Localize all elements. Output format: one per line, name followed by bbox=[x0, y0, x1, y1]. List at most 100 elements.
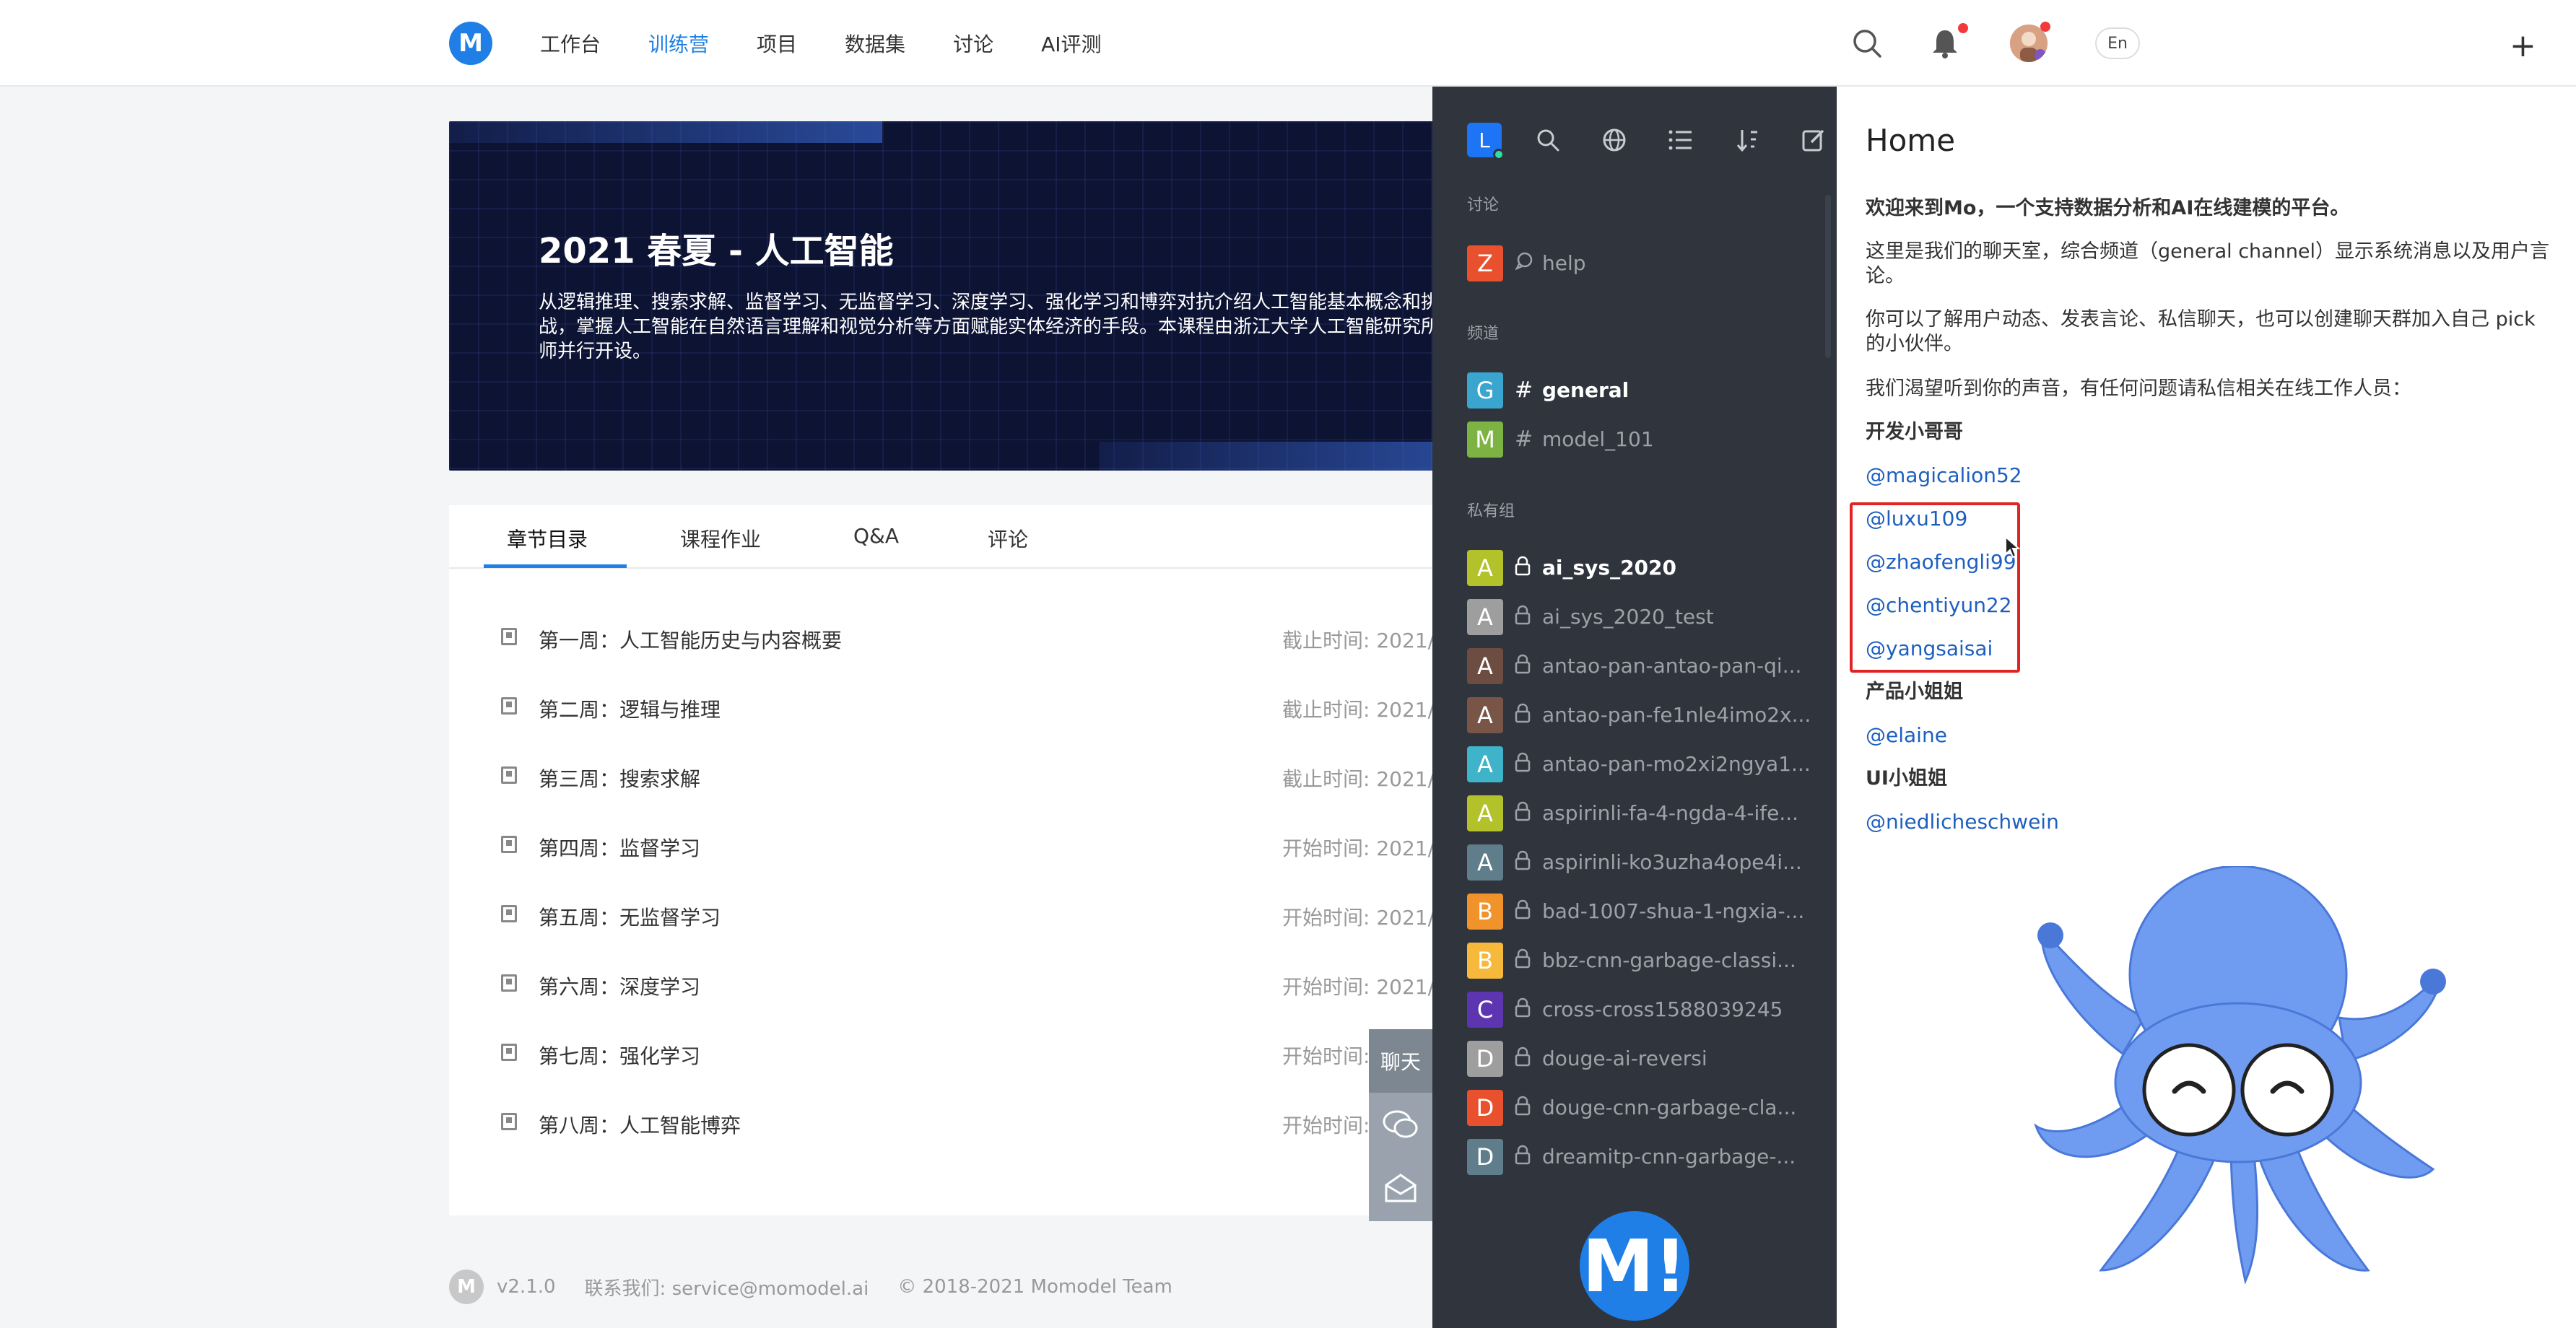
lock-icon bbox=[1515, 948, 1536, 973]
bookmark-icon bbox=[501, 974, 517, 992]
plus-icon[interactable]: + bbox=[2510, 30, 2536, 62]
chapter-row[interactable]: 第二周：逻辑与推理 截止时间: 2021/ bbox=[484, 693, 1451, 722]
section-discussion: 讨论 bbox=[1467, 196, 1500, 214]
room-name: help bbox=[1542, 251, 1586, 275]
chapter-time: 截止时间: 2021/ bbox=[1282, 698, 1435, 722]
nav-item-discussion[interactable]: 讨论 bbox=[953, 29, 993, 58]
nav-item-projects[interactable]: 项目 bbox=[757, 29, 797, 58]
edit-icon[interactable] bbox=[1798, 124, 1829, 156]
footer: M v2.1.0 联系我们: service@momodel.ai © 2018… bbox=[449, 1269, 1172, 1305]
search-icon[interactable] bbox=[1845, 22, 1889, 65]
tab-comments[interactable]: 评论 bbox=[988, 524, 1028, 553]
chapter-row[interactable]: 第七周：强化学习 开始时间: bbox=[484, 1039, 1451, 1068]
nav-menu: 工作台 训练营 项目 数据集 讨论 AI评测 bbox=[540, 0, 1149, 87]
sort-icon[interactable] bbox=[1731, 124, 1763, 156]
tab-qa[interactable]: Q&A bbox=[853, 524, 899, 548]
chapter-row[interactable]: 第五周：无监督学习 开始时间: 2021/ bbox=[484, 901, 1451, 930]
bell-icon[interactable] bbox=[1923, 22, 1968, 65]
room-item[interactable]: Aantao-pan-antao-pan-qi... bbox=[1467, 648, 1828, 687]
chapter-row[interactable]: 第八周：人工智能博弈 开始时间: bbox=[484, 1109, 1451, 1137]
mail-icon[interactable] bbox=[1369, 1156, 1432, 1220]
notification-dot bbox=[1958, 23, 1968, 33]
room-name: aspirinli-fa-4-ngda-4-ife... bbox=[1542, 801, 1799, 825]
version-text: v2.1.0 bbox=[497, 1276, 556, 1298]
room-avatar: M bbox=[1467, 421, 1503, 458]
room-item[interactable]: Aai_sys_2020_test bbox=[1467, 599, 1828, 638]
room-item[interactable]: Ddreamitp-cnn-garbage-... bbox=[1467, 1139, 1828, 1178]
chapter-row[interactable]: 第一周：人工智能历史与内容概要 截止时间: 2021/ bbox=[484, 624, 1451, 652]
room-avatar: A bbox=[1467, 795, 1503, 831]
room-name: ai_sys_2020_test bbox=[1542, 605, 1714, 629]
nav-item-datasets[interactable]: 数据集 bbox=[845, 29, 905, 58]
room-name: general bbox=[1542, 378, 1629, 402]
dev-heading: 开发小哥哥 bbox=[1866, 421, 1963, 443]
nav-item-ai-evaluation[interactable]: AI评测 bbox=[1041, 29, 1101, 58]
room-item[interactable]: Bbad-1007-shua-1-ngxia-... bbox=[1467, 894, 1828, 932]
chapter-row[interactable]: 第三周：搜索求解 截止时间: 2021/ bbox=[484, 762, 1451, 791]
nav-item-workbench[interactable]: 工作台 bbox=[540, 29, 601, 58]
globe-icon[interactable] bbox=[1598, 124, 1630, 156]
welcome-text: 欢迎来到Mo，一个支持数据分析和AI在线建模的平台。 bbox=[1866, 197, 2350, 219]
chapter-title: 第八周：人工智能博弈 bbox=[539, 1114, 741, 1137]
room-item[interactable]: Aaspirinli-fa-4-ngda-4-ife... bbox=[1467, 795, 1828, 834]
tab-assignments[interactable]: 课程作业 bbox=[680, 524, 761, 553]
room-item-help[interactable]: Z help bbox=[1467, 245, 1828, 284]
highlight-box bbox=[1850, 502, 2020, 673]
room-name: dreamitp-cnn-garbage-... bbox=[1542, 1145, 1796, 1168]
room-item-general[interactable]: G # general bbox=[1467, 372, 1828, 411]
room-name: aspirinli-ko3uzha4ope4i... bbox=[1542, 850, 1802, 874]
room-item[interactable]: Ddouge-ai-reversi bbox=[1467, 1041, 1828, 1080]
room-avatar: A bbox=[1467, 746, 1503, 782]
section-private-groups: 私有组 bbox=[1467, 502, 1515, 520]
tab-chapters[interactable]: 章节目录 bbox=[507, 524, 588, 553]
chapter-row[interactable]: 第六周：深度学习 开始时间: 2021/ bbox=[484, 970, 1451, 999]
room-avatar: A bbox=[1467, 844, 1503, 881]
user-link[interactable]: @niedlicheschwein bbox=[1866, 810, 2059, 834]
contact-text[interactable]: 联系我们: service@momodel.ai bbox=[585, 1274, 869, 1301]
room-item[interactable]: Ddouge-cnn-garbage-cla... bbox=[1467, 1090, 1828, 1129]
banner-glow-top bbox=[449, 121, 882, 143]
chapter-time: 开始时间: 2021/ bbox=[1282, 906, 1435, 930]
room-avatar: C bbox=[1467, 992, 1503, 1028]
bookmark-icon bbox=[501, 628, 517, 645]
room-name: douge-cnn-garbage-cla... bbox=[1542, 1096, 1797, 1119]
room-name: douge-ai-reversi bbox=[1542, 1047, 1707, 1070]
room-item[interactable]: Aai_sys_2020 bbox=[1467, 550, 1828, 589]
momodel-logo[interactable]: M bbox=[449, 22, 492, 65]
bookmark-icon bbox=[501, 1113, 517, 1130]
room-item[interactable]: Ccross-cross1588039245 bbox=[1467, 992, 1828, 1031]
room-avatar: B bbox=[1467, 894, 1503, 930]
chapter-row[interactable]: 第四周：监督学习 开始时间: 2021/ bbox=[484, 831, 1451, 860]
ui-heading: UI小姐姐 bbox=[1866, 767, 1947, 790]
room-item[interactable]: Aantao-pan-fe1nle4imo2x... bbox=[1467, 697, 1828, 736]
lock-icon bbox=[1515, 605, 1536, 629]
momodel-chat-logo[interactable]: M! bbox=[1580, 1211, 1689, 1321]
nav-item-training-camp[interactable]: 训练营 bbox=[648, 29, 709, 58]
chapter-title: 第四周：监督学习 bbox=[539, 836, 701, 860]
wechat-icon[interactable] bbox=[1369, 1093, 1432, 1156]
banner-glow-bottom bbox=[1099, 442, 1450, 471]
room-avatar: D bbox=[1467, 1090, 1503, 1126]
chat-button[interactable]: 聊天 bbox=[1369, 1029, 1432, 1093]
lock-icon bbox=[1515, 556, 1536, 580]
room-avatar: A bbox=[1467, 550, 1503, 586]
home-title: Home bbox=[1866, 123, 1956, 158]
list-icon[interactable] bbox=[1665, 124, 1697, 156]
room-avatar: B bbox=[1467, 943, 1503, 979]
lock-icon bbox=[1515, 703, 1536, 728]
room-name: bad-1007-shua-1-ngxia-... bbox=[1542, 899, 1805, 923]
room-avatar: G bbox=[1467, 372, 1503, 409]
room-name: antao-pan-fe1nle4imo2x... bbox=[1542, 703, 1811, 727]
product-heading: 产品小姐姐 bbox=[1866, 681, 1963, 703]
room-item[interactable]: Bbbz-cnn-garbage-classi... bbox=[1467, 943, 1828, 982]
lock-icon bbox=[1515, 801, 1536, 826]
chapter-title: 第五周：无监督学习 bbox=[539, 906, 721, 930]
language-toggle[interactable]: En bbox=[2095, 27, 2140, 59]
room-item[interactable]: Aantao-pan-mo2xi2ngya1... bbox=[1467, 746, 1828, 785]
user-link[interactable]: @magicalion52 bbox=[1866, 463, 2022, 487]
room-item[interactable]: Aaspirinli-ko3uzha4ope4i... bbox=[1467, 844, 1828, 883]
user-link[interactable]: @elaine bbox=[1866, 723, 1947, 747]
search-icon[interactable] bbox=[1532, 124, 1564, 156]
room-avatar: A bbox=[1467, 648, 1503, 684]
room-item-model-101[interactable]: M # model_101 bbox=[1467, 421, 1828, 460]
